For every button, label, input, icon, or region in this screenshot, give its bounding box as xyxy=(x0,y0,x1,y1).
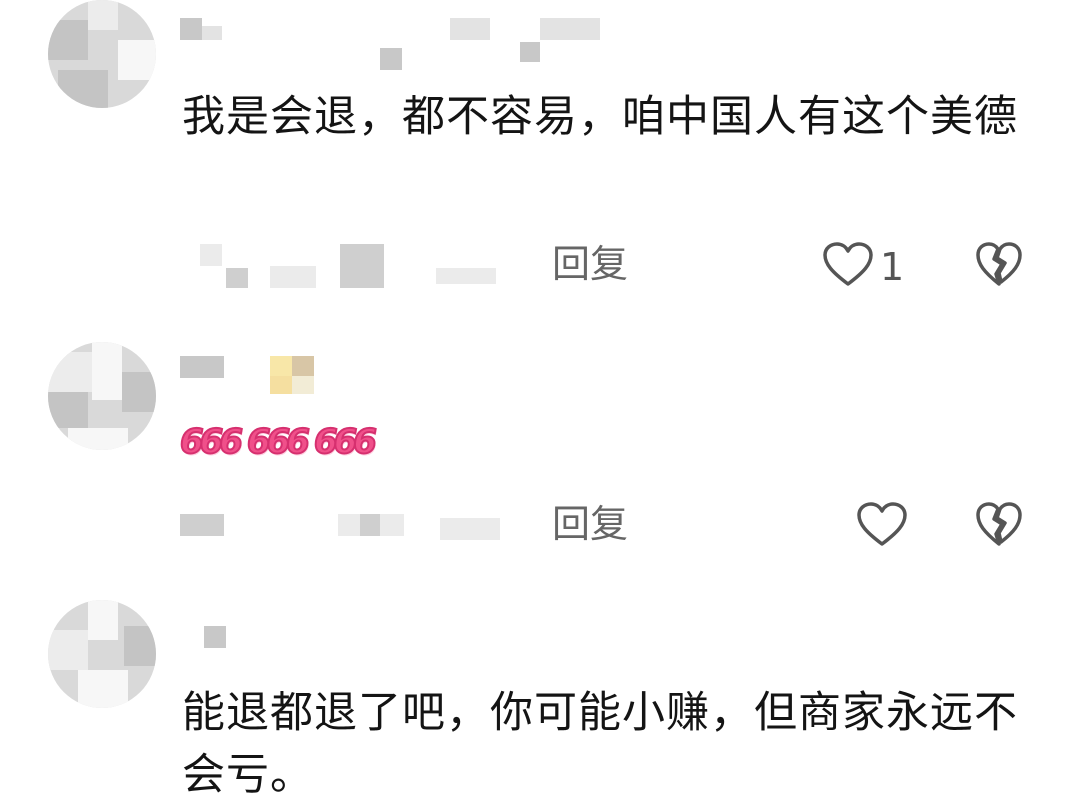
comment-item: 能退都退了吧，你可能小赚，但商家永远不会亏。 xyxy=(0,0,1080,810)
username-blurred[interactable] xyxy=(204,626,234,650)
comment-text: 能退都退了吧，你可能小赚，但商家永远不会亏。 xyxy=(182,688,1018,800)
avatar[interactable] xyxy=(48,600,156,708)
